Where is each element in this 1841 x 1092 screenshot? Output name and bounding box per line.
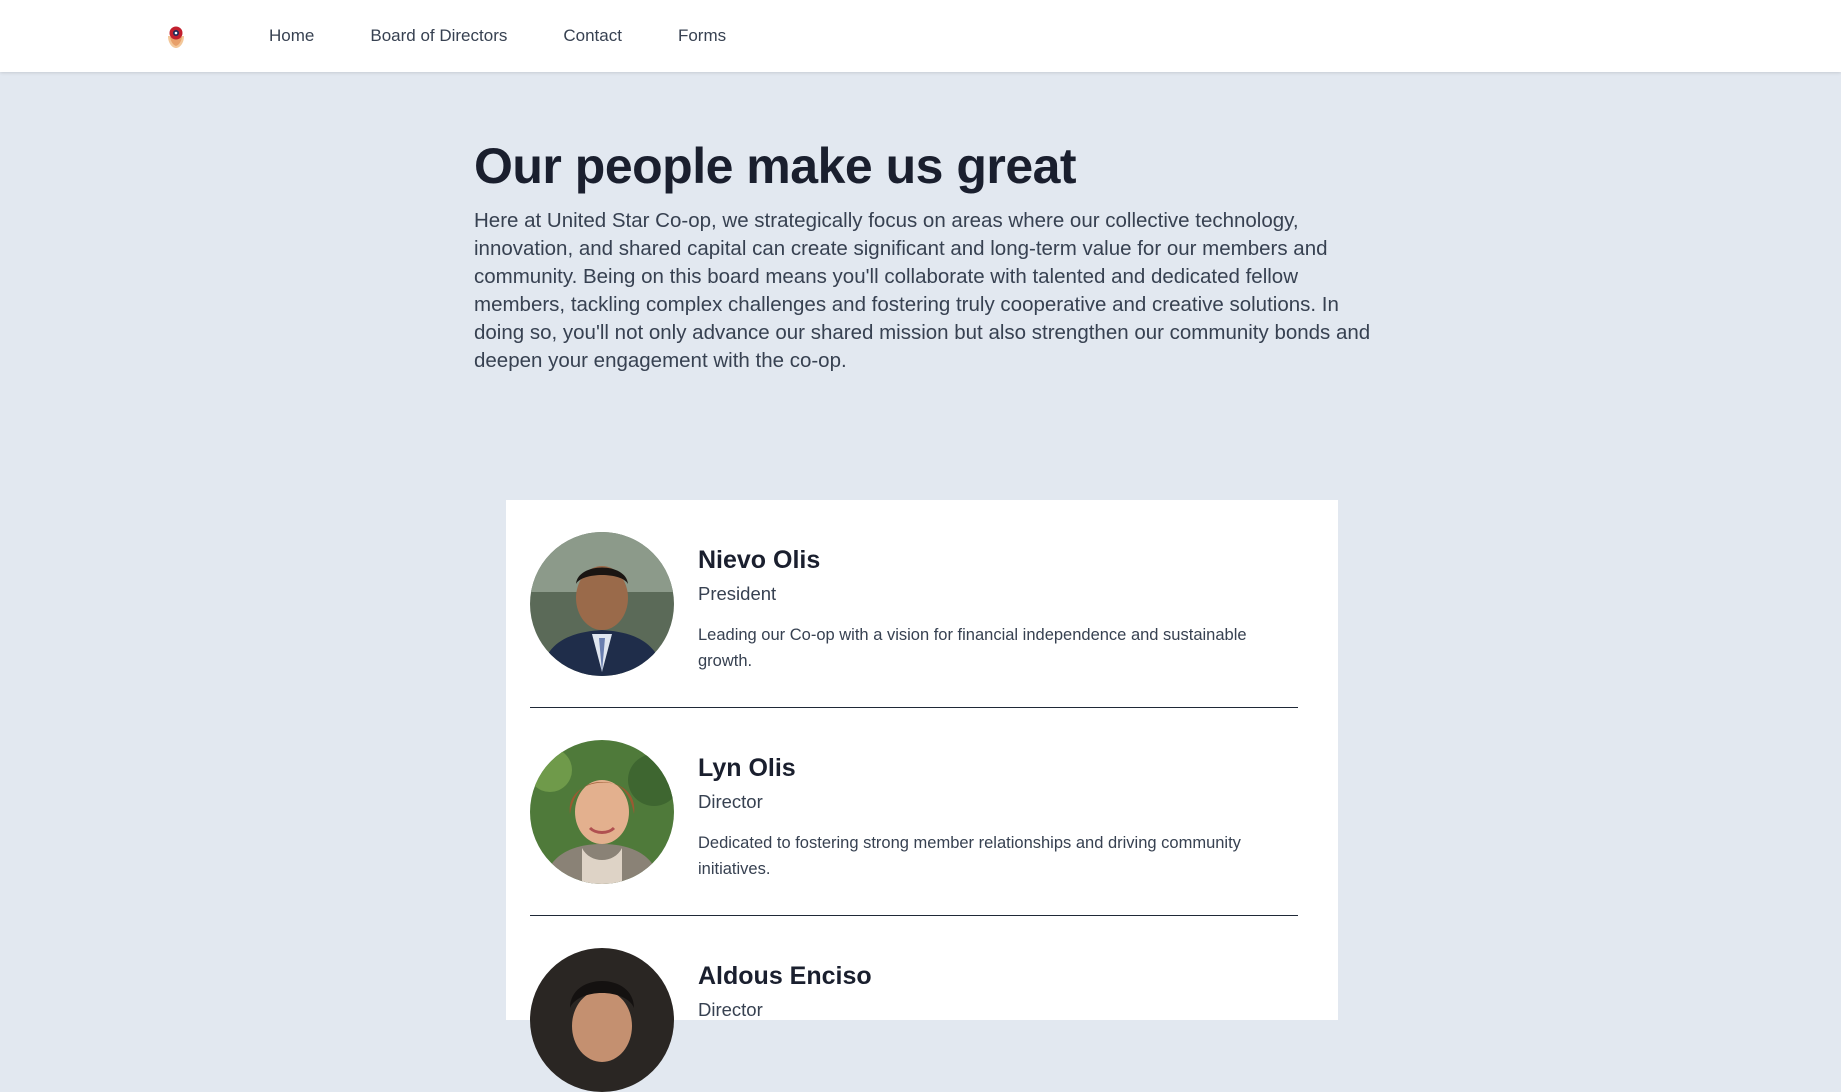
member-photo (530, 740, 674, 884)
board-members-card: Nievo Olis President Leading our Co-op w… (506, 500, 1338, 1092)
nav-link-board-of-directors[interactable]: Board of Directors (370, 26, 507, 46)
member-name: Lyn Olis (698, 754, 796, 782)
member-item: Aldous Enciso Director (530, 948, 1298, 1092)
member-photo (530, 532, 674, 676)
member-divider (530, 707, 1298, 708)
member-info: Aldous Enciso Director (698, 960, 1288, 1038)
top-navbar: Home Board of Directors Contact Forms (0, 0, 1841, 72)
member-bio: Dedicated to fostering strong member rel… (698, 834, 1241, 878)
member-role: Director (698, 999, 763, 1020)
main-nav: Home Board of Directors Contact Forms (269, 0, 782, 72)
nav-link-forms[interactable]: Forms (678, 26, 726, 46)
hero-section: Our people make us great Here at United … (474, 135, 1374, 375)
member-info: Lyn Olis Director Dedicated to fostering… (698, 752, 1288, 882)
member-name: Aldous Enciso (698, 962, 872, 990)
member-item: Nievo Olis President Leading our Co-op w… (530, 532, 1298, 676)
member-item: Lyn Olis Director Dedicated to fostering… (530, 740, 1298, 884)
member-info: Nievo Olis President Leading our Co-op w… (698, 544, 1288, 674)
member-role: Director (698, 791, 763, 812)
member-divider (530, 915, 1298, 916)
nav-link-home[interactable]: Home (269, 26, 314, 46)
member-role: President (698, 583, 777, 604)
member-photo (530, 948, 674, 1092)
member-bio: Leading our Co-op with a vision for fina… (698, 626, 1247, 670)
page-title: Our people make us great (474, 138, 1077, 194)
page-intro: Here at United Star Co-op, we strategica… (474, 209, 1371, 372)
member-name: Nievo Olis (698, 546, 821, 574)
nav-link-contact[interactable]: Contact (563, 26, 622, 46)
coop-logo-icon[interactable] (164, 24, 188, 50)
